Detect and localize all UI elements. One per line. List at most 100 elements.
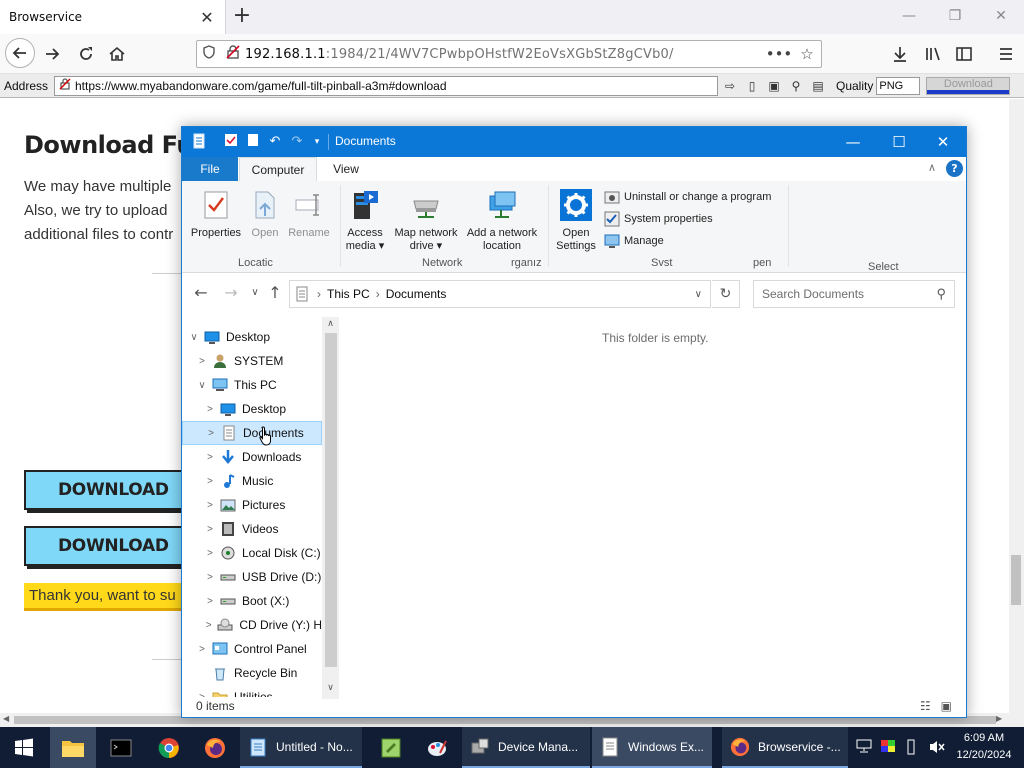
bookmark-star-icon[interactable]: ☆	[793, 45, 821, 63]
page-vertical-scrollbar[interactable]	[1009, 99, 1024, 717]
taskbar-windows-explorer[interactable]: Windows Ex...	[592, 727, 712, 768]
access-media-button[interactable]: Access media ▾	[342, 187, 388, 253]
taskbar-paint[interactable]	[414, 727, 460, 768]
system-properties-button[interactable]: System properties	[604, 211, 713, 227]
nav-tree-item[interactable]: > Music	[182, 469, 322, 493]
url-bar[interactable]: 192.168.1.1:1984/21/4WV7CPwbpOHstfW2EoVs…	[196, 40, 822, 68]
tab-file[interactable]: File	[182, 157, 238, 181]
collapsed-chevron-icon[interactable]: >	[202, 524, 218, 535]
start-button[interactable]	[0, 727, 48, 768]
taskbar-notepad[interactable]: Untitled - No...	[240, 727, 362, 768]
network-tray-icon[interactable]	[856, 739, 872, 757]
minimize-button[interactable]: —	[886, 4, 932, 28]
taskbar-browservice[interactable]: Browservice -...	[722, 727, 848, 768]
minimize-ribbon-icon[interactable]: ∧	[928, 161, 936, 174]
redo-icon[interactable]: ↷	[288, 133, 306, 151]
explorer-minimize-button[interactable]: —	[830, 127, 876, 157]
add-network-location-button[interactable]: Add a network location	[464, 187, 540, 253]
collapsed-chevron-icon[interactable]: >	[194, 356, 210, 367]
clipboard-icon[interactable]: ▣	[764, 77, 784, 95]
forward-arrow-icon[interactable]: →	[220, 283, 242, 302]
path-dropdown-icon[interactable]: ∨	[695, 289, 702, 300]
expanded-chevron-icon[interactable]: ∨	[194, 380, 210, 391]
collapsed-chevron-icon[interactable]: >	[202, 572, 218, 583]
back-button[interactable]	[5, 38, 35, 68]
restore-button[interactable]: ❐	[932, 4, 978, 28]
nav-tree-item[interactable]: > Videos	[182, 517, 322, 541]
close-tab-icon[interactable]: ✕	[195, 8, 219, 27]
menu-button[interactable]	[992, 40, 1020, 68]
nav-tree-item[interactable]: ∨ This PC	[182, 373, 322, 397]
nav-tree-item[interactable]: > Desktop	[182, 397, 322, 421]
taskbar-chrome[interactable]	[146, 727, 192, 768]
usb-tray-icon[interactable]	[906, 739, 916, 759]
manage-button[interactable]: Manage	[604, 233, 664, 249]
downloads-button[interactable]	[886, 40, 914, 68]
rename-button[interactable]: Rename	[286, 187, 332, 240]
back-arrow-icon[interactable]: ←	[190, 283, 212, 302]
thanks-banner[interactable]: Thank you, want to su	[24, 583, 184, 611]
url-text[interactable]: 192.168.1.1:1984/21/4WV7CPwbpOHstfW2EoVs…	[245, 47, 765, 62]
customize-qat-icon[interactable]: ▾	[308, 133, 326, 151]
up-arrow-icon[interactable]: ↑	[264, 283, 286, 302]
display-tray-icon[interactable]	[880, 739, 896, 757]
address-input[interactable]: https://www.myabandonware.com/game/full-…	[54, 75, 718, 96]
undo-icon[interactable]: ↶	[266, 133, 284, 151]
refresh-button[interactable]: ↻	[712, 280, 740, 308]
home-button[interactable]	[103, 40, 131, 68]
scroll-right-icon[interactable]: ▶	[996, 714, 1002, 723]
nav-tree-item[interactable]: > Documents	[182, 421, 322, 445]
taskbar-editor[interactable]	[368, 727, 414, 768]
explorer-close-button[interactable]: ✕	[920, 127, 966, 157]
clock[interactable]: 6:09 AM 12/20/2024	[952, 730, 1016, 764]
breadcrumb[interactable]: › This PC › Documents ∨	[289, 280, 711, 308]
nav-pane-scroll-thumb[interactable]	[325, 333, 337, 667]
explorer-title-bar[interactable]: ↶ ↷ ▾ Documents — ☐ ✕	[182, 127, 966, 157]
collapsed-chevron-icon[interactable]: >	[202, 404, 218, 415]
taskbar-file-explorer[interactable]	[50, 727, 96, 768]
forward-button[interactable]	[38, 40, 66, 68]
paste-icon[interactable]: ▤	[808, 77, 828, 95]
scroll-left-icon[interactable]: ◀	[3, 714, 9, 723]
go-arrow-icon[interactable]: ⇨	[720, 77, 740, 95]
page-scroll-thumb[interactable]	[1011, 555, 1021, 605]
collapsed-chevron-icon[interactable]: >	[202, 476, 218, 487]
properties-button[interactable]: Properties	[188, 187, 244, 240]
find-icon[interactable]: ⚲	[786, 77, 806, 95]
collapsed-chevron-icon[interactable]: >	[194, 692, 210, 698]
sidebar-button[interactable]	[950, 40, 978, 68]
browser-tab[interactable]: Browservice ✕	[0, 0, 226, 34]
scroll-down-icon[interactable]: ∨	[322, 683, 339, 693]
taskbar-firefox[interactable]	[192, 727, 238, 768]
nav-tree-item[interactable]: > Downloads	[182, 445, 322, 469]
download-button-1[interactable]: DOWNLOAD	[24, 470, 184, 510]
download-button-2[interactable]: DOWNLOAD	[24, 526, 184, 566]
map-network-drive-button[interactable]: Map network drive ▾	[390, 187, 462, 253]
collapsed-chevron-icon[interactable]: >	[202, 548, 218, 559]
large-icons-view-icon[interactable]: ▣	[941, 699, 952, 713]
bookmark-icon[interactable]: ▯	[742, 77, 762, 95]
nav-tree-item[interactable]: > Boot (X:)	[182, 589, 322, 613]
open-button[interactable]: Open	[248, 187, 282, 240]
uninstall-program-button[interactable]: Uninstall or change a program	[604, 189, 771, 205]
nav-tree-item[interactable]: > Utilities	[182, 685, 322, 697]
tab-computer[interactable]: Computer	[239, 157, 317, 182]
open-settings-button[interactable]: Open Settings	[554, 187, 598, 253]
taskbar-cmd[interactable]	[98, 727, 144, 768]
nav-tree-item[interactable]: > USB Drive (D:)	[182, 565, 322, 589]
search-input[interactable]: Search Documents ⚲	[753, 280, 955, 308]
volume-muted-icon[interactable]	[928, 739, 946, 759]
details-view-icon[interactable]: ☷	[920, 699, 931, 713]
scroll-up-icon[interactable]: ∧	[322, 319, 339, 329]
insecure-lock-icon[interactable]	[221, 45, 245, 63]
nav-tree-item[interactable]: Recycle Bin	[182, 661, 322, 685]
nav-tree-item[interactable]: > CD Drive (Y:) H	[182, 613, 322, 637]
nav-tree-item[interactable]: > SYSTEM	[182, 349, 322, 373]
help-icon[interactable]: ?	[946, 160, 963, 177]
reload-button[interactable]	[72, 40, 100, 68]
collapsed-chevron-icon[interactable]: >	[202, 500, 218, 511]
collapsed-chevron-icon[interactable]: >	[202, 620, 215, 631]
nav-tree-item[interactable]: > Control Panel	[182, 637, 322, 661]
close-window-button[interactable]: ✕	[978, 4, 1024, 28]
expanded-chevron-icon[interactable]: ∨	[186, 332, 202, 343]
